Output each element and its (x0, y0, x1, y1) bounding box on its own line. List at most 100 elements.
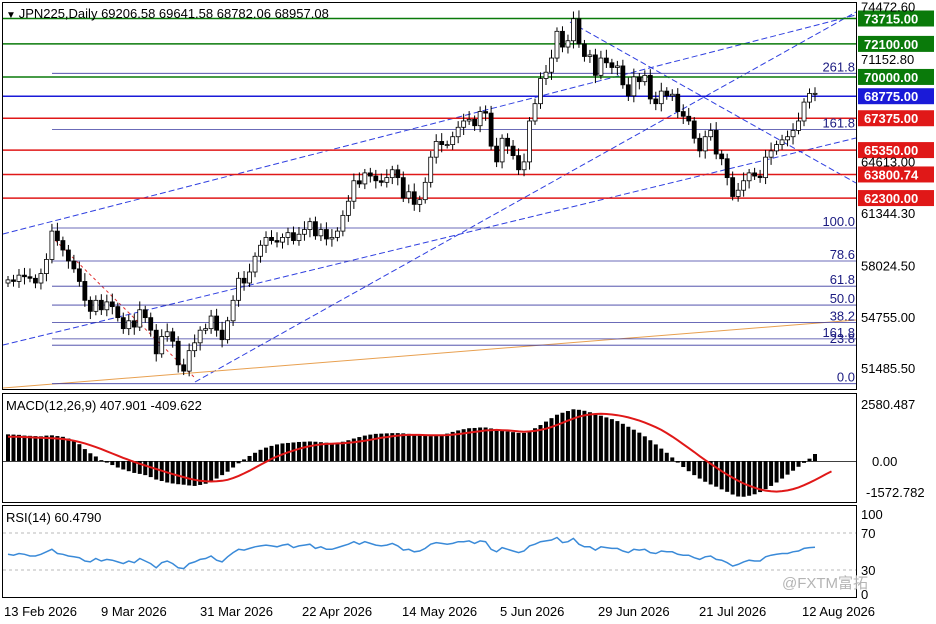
macd-scale-bottom: -1572.782 (866, 485, 925, 500)
macd-bar (609, 419, 614, 462)
macd-bar (209, 461, 214, 482)
candle-body (334, 230, 340, 238)
symbol-dropdown-icon[interactable]: ▼ (6, 10, 19, 21)
macd-bar (181, 461, 186, 485)
macd-bar (807, 458, 812, 462)
candle-body (576, 18, 582, 45)
candle-body (433, 141, 439, 158)
candle-body (675, 93, 681, 112)
macd-bar (236, 461, 241, 464)
macd-bar (27, 435, 32, 462)
rsi-panel[interactable] (2, 505, 857, 598)
macd-bar (703, 461, 708, 482)
price-axis-label: 54755.00 (861, 310, 915, 325)
candle-body (768, 150, 774, 158)
macd-bar (686, 461, 691, 472)
macd-bar (231, 461, 236, 468)
candle-body (22, 274, 27, 278)
candle-body (27, 276, 33, 279)
macd-bar (505, 431, 510, 462)
candle-body (131, 320, 137, 328)
macd-bar (82, 449, 87, 462)
candle-body (44, 259, 49, 274)
candle-body (345, 200, 351, 216)
candle-body (362, 172, 368, 185)
macd-bar (71, 441, 76, 462)
candle-body (593, 54, 598, 76)
macd-bar (335, 442, 340, 462)
candle-body (49, 230, 55, 260)
macd-scale-zero: 0.00 (872, 454, 897, 469)
macd-bar (522, 432, 527, 462)
price-axis-label: 64613.00 (861, 155, 915, 170)
x-label-5: 5 Jun 2026 (500, 604, 564, 619)
macd-bar (549, 418, 554, 462)
macd-bar (143, 461, 148, 476)
price-axis-label: 71152.80 (861, 52, 914, 67)
macd-bar (802, 461, 807, 463)
candle-body (510, 145, 516, 156)
macd-bar (104, 461, 109, 463)
trading-chart[interactable]: 73715.0072100.0070000.0068775.0067375.00… (0, 0, 936, 624)
candle-body (779, 139, 785, 145)
macd-bar (763, 461, 768, 490)
macd-bar (500, 430, 505, 462)
macd-bar (395, 433, 400, 462)
candle-body (603, 57, 609, 64)
candle-body (153, 329, 159, 355)
candle-body (324, 229, 329, 240)
candle-body (812, 92, 818, 95)
candle-body (587, 54, 593, 57)
candle-body (483, 111, 489, 114)
candle-body (11, 279, 16, 282)
candle-body (560, 30, 565, 48)
fib-level-label: 0.0 (837, 370, 855, 385)
candle-body (801, 101, 807, 122)
candle-body (16, 274, 22, 282)
candle-body (571, 18, 576, 42)
candle-body (450, 136, 456, 145)
candle-body (82, 281, 88, 301)
candle-body (197, 329, 203, 344)
candle-body (263, 237, 269, 246)
macd-bar (565, 411, 570, 462)
candle-body (225, 320, 230, 341)
candle-body (598, 57, 604, 76)
macd-scale-top: 2580.487 (861, 397, 915, 412)
candle-body (620, 65, 626, 86)
macd-bar (631, 429, 636, 462)
ohlc-values: 69206.58 69641.58 68782.06 68957.08 (101, 6, 329, 21)
candle-body (565, 40, 571, 48)
candle-body (274, 240, 280, 243)
price-panel[interactable] (2, 2, 857, 390)
macd-bar (769, 461, 774, 486)
candle-body (774, 144, 779, 152)
candle-body (785, 136, 790, 141)
x-label-7: 21 Jul 2026 (699, 604, 766, 619)
candle-body (148, 317, 154, 331)
macd-bar (752, 461, 757, 495)
candle-body (669, 93, 675, 97)
macd-bar (450, 431, 455, 462)
x-label-8: 12 Aug 2026 (802, 604, 875, 619)
candle-body (477, 111, 483, 127)
candle-body (631, 76, 637, 97)
fib-level-label: 61.8 (830, 272, 855, 287)
fib-level-label: 261.8 (822, 59, 855, 74)
macd-bar (560, 412, 565, 462)
macd-bar (148, 461, 153, 478)
macd-bar (22, 435, 27, 462)
candle-body (340, 214, 346, 232)
macd-bar (99, 460, 104, 462)
macd-bar (247, 455, 252, 462)
candle-body (164, 331, 170, 337)
candle-body (98, 299, 104, 311)
candle-body (329, 237, 335, 240)
candle-body (109, 301, 115, 308)
macd-bar (527, 430, 532, 462)
macd-bar (796, 461, 801, 467)
candle-body (87, 299, 93, 312)
macd-bar (110, 461, 115, 466)
candle-body (521, 161, 527, 171)
macd-title: MACD(12,26,9) 407.901 -409.622 (6, 398, 202, 413)
